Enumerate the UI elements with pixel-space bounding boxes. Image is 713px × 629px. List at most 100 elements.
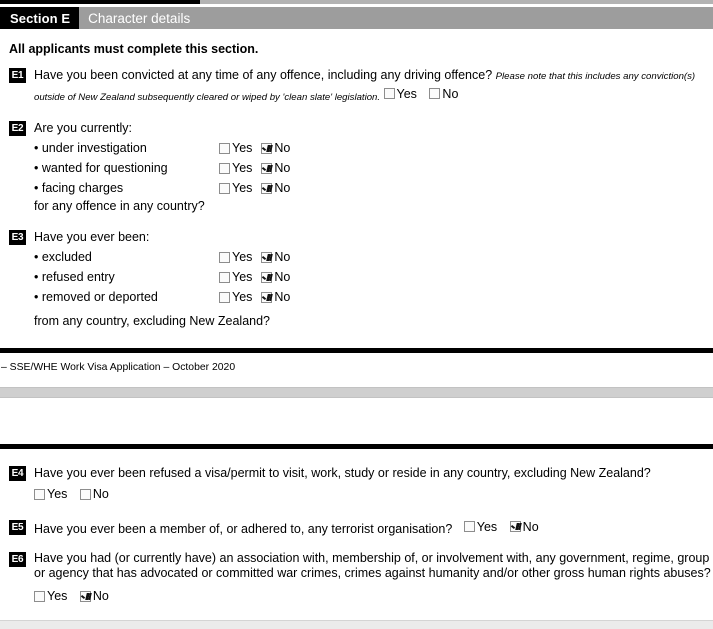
e2-3-no-option[interactable]: No — [261, 180, 290, 197]
section-title: Character details — [79, 7, 713, 29]
e6-no-option[interactable]: No — [79, 588, 109, 605]
e2-1-no-checkbox[interactable] — [261, 142, 273, 154]
e3-2-no-checkbox[interactable] — [261, 271, 273, 283]
question-e3: E3 Have you ever been: • excluded Yes No… — [9, 229, 713, 330]
page-footer-text: – SSE/WHE Work Visa Application – Octobe… — [1, 361, 236, 373]
e3-bullet-row-2: • refused entry Yes No — [34, 267, 713, 287]
e1-yes-label: Yes — [396, 86, 417, 101]
e3-1-yes-checkbox[interactable] — [219, 251, 230, 263]
e3-1-no-option[interactable]: No — [261, 249, 290, 266]
e3-bullet-row-3: • removed or deported Yes No — [34, 287, 713, 307]
question-e6: E6 Have you had (or currently have) an a… — [9, 551, 713, 607]
e3-3-yes-option[interactable]: Yes — [219, 289, 252, 306]
e2-1-yes-checkbox[interactable] — [219, 142, 230, 154]
footer-rule — [0, 347, 713, 353]
question-e4: E4 Have you ever been refused a visa/per… — [9, 465, 713, 505]
e6-yes-option[interactable]: Yes — [34, 589, 67, 605]
question-text-e5: Have you ever been a member of, or adher… — [34, 521, 453, 536]
e2-bullet-options-3: Yes No — [219, 180, 290, 197]
question-body-e1: Have you been convicted at any time of a… — [34, 67, 713, 106]
e3-3-yes-checkbox[interactable] — [219, 291, 230, 303]
page-break-spacer-top — [0, 373, 713, 387]
e3-1-no-label: No — [274, 250, 291, 264]
question-e1: E1 Have you been convicted at any time o… — [9, 67, 713, 106]
e2-3-yes-option[interactable]: Yes — [219, 180, 252, 197]
e4-no-option[interactable]: No — [79, 486, 109, 503]
e3-bullet-options-3: Yes No — [219, 289, 290, 306]
e2-bullet-options-2: Yes No — [219, 160, 290, 177]
top-rules — [0, 0, 713, 4]
question-body-e3: Have you ever been: • excluded Yes No • … — [34, 229, 713, 330]
section-tag: Section E — [0, 7, 80, 29]
e5-yes-option[interactable]: Yes — [463, 519, 497, 536]
e1-no-option[interactable]: No — [429, 86, 458, 103]
e3-bullet-label-3: • removed or deported — [34, 290, 158, 304]
e1-no-checkbox[interactable] — [429, 88, 441, 100]
e3-1-yes-option[interactable]: Yes — [219, 249, 252, 266]
e6-yes-checkbox[interactable] — [34, 591, 45, 602]
e6-no-checkbox[interactable] — [79, 591, 91, 602]
e3-3-no-checkbox[interactable] — [261, 291, 273, 303]
e3-bullet-options-1: Yes No — [219, 249, 290, 266]
e2-1-yes-label: Yes — [232, 141, 253, 155]
e4-no-label: No — [92, 487, 109, 502]
e2-1-no-option[interactable]: No — [261, 140, 290, 157]
e3-3-no-option[interactable]: No — [261, 289, 290, 306]
e3-bullets: • excluded Yes No • refused entry Yes No… — [34, 247, 713, 307]
e4-yes-checkbox[interactable] — [34, 489, 45, 500]
e2-bullets: • under investigation Yes No • wanted fo… — [34, 138, 713, 198]
e5-no-option[interactable]: No — [509, 519, 539, 536]
e6-no-label: No — [92, 588, 109, 603]
e3-2-no-label: No — [274, 270, 291, 284]
question-body-e6: Have you had (or currently have) an asso… — [34, 551, 713, 607]
question-tag-e1: E1 — [9, 68, 26, 83]
question-e2: E2 Are you currently: • under investigat… — [9, 120, 713, 215]
bottom-band — [0, 620, 713, 629]
e1-yes-option[interactable]: Yes — [383, 86, 417, 103]
e3-bullet-label-2: • refused entry — [34, 270, 115, 284]
question-e5: E5 Have you ever been a member of, or ad… — [9, 519, 713, 537]
top-rule-black — [0, 0, 200, 4]
e5-no-checkbox[interactable] — [509, 521, 521, 533]
e3-2-yes-label: Yes — [232, 270, 253, 284]
e4-no-checkbox[interactable] — [79, 489, 91, 500]
e2-2-yes-label: Yes — [232, 161, 253, 175]
question-tag-e2: E2 — [9, 120, 26, 136]
e2-3-no-checkbox[interactable] — [261, 182, 273, 194]
e2-bullet-label-3: • facing charges — [34, 181, 124, 195]
e2-bullet-options-1: Yes No — [219, 140, 290, 157]
section-intro: All applicants must complete this sectio… — [9, 42, 259, 56]
e2-1-yes-option[interactable]: Yes — [219, 140, 252, 157]
e2-2-yes-checkbox[interactable] — [219, 162, 230, 174]
e5-yes-checkbox[interactable] — [463, 521, 475, 533]
e2-3-yes-checkbox[interactable] — [219, 182, 230, 194]
e3-2-no-option[interactable]: No — [261, 269, 290, 286]
e3-2-yes-checkbox[interactable] — [219, 271, 230, 283]
e6-options: Yes No — [34, 589, 713, 607]
e2-2-no-checkbox[interactable] — [261, 162, 273, 174]
e4-yes-option[interactable]: Yes — [34, 486, 67, 503]
question-text-e4: Have you ever been refused a visa/permit… — [34, 465, 651, 480]
question-text-e3: Have you ever been: — [34, 229, 150, 244]
e1-yes-checkbox[interactable] — [383, 88, 395, 100]
question-tag-e3: E3 — [9, 229, 26, 245]
e3-bullet-label-1: • excluded — [34, 250, 92, 264]
question-text-e6: Have you had (or currently have) an asso… — [34, 550, 711, 581]
e2-bullet-label-2: • wanted for questioning — [34, 161, 168, 175]
e2-2-yes-option[interactable]: Yes — [219, 160, 252, 177]
e4-yes-label: Yes — [47, 487, 68, 502]
e3-1-yes-label: Yes — [232, 250, 253, 264]
e5-no-label: No — [522, 519, 539, 534]
page-break-band — [0, 386, 713, 398]
e2-tail-text: for any offence in any country? — [34, 199, 205, 214]
e3-1-no-checkbox[interactable] — [261, 251, 273, 263]
e2-2-no-option[interactable]: No — [261, 160, 290, 177]
e2-bullet-label-1: • under investigation — [34, 141, 147, 155]
page-break-spacer-bottom — [0, 398, 713, 444]
e6-yes-label: Yes — [47, 588, 68, 603]
section-header: Section E Character details — [0, 7, 713, 29]
e3-2-yes-option[interactable]: Yes — [219, 269, 252, 286]
next-page-rule — [0, 443, 713, 449]
question-text-e1: Have you been convicted at any time of a… — [34, 68, 493, 82]
e3-tail-text: from any country, excluding New Zealand? — [34, 314, 270, 329]
